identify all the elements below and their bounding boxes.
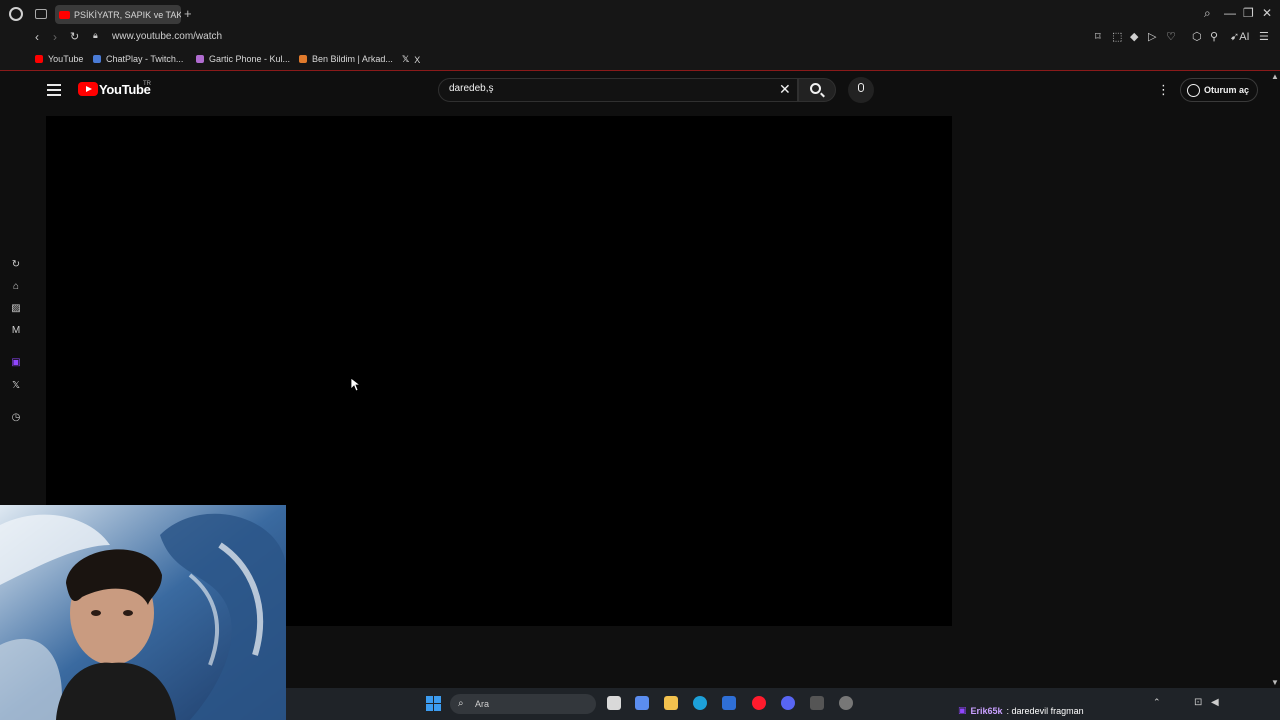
bookmark-x[interactable]: 𝕏 X — [402, 54, 420, 65]
new-tab-button[interactable]: + — [184, 6, 192, 21]
tab-overview-icon[interactable] — [35, 9, 47, 19]
webcam-feed-image — [0, 505, 286, 720]
search-icon[interactable] — [810, 83, 821, 94]
tab-active[interactable]: PSİKİYATR, SAPIK ve TAKI — [55, 5, 181, 24]
bookmark-icon[interactable]: ⌑ — [1095, 30, 1101, 43]
x-logo-icon: 𝕏 — [402, 54, 410, 64]
shield-icon[interactable]: ◆ — [1130, 30, 1138, 43]
taskbar-search-icon: ⌕ — [458, 698, 464, 709]
pinboard-icon[interactable]: ▨ — [10, 303, 22, 314]
edge-icon[interactable] — [693, 696, 707, 710]
opera-taskbar-icon[interactable] — [752, 696, 766, 710]
bookmark-label: ChatPlay - Twitch... — [106, 54, 184, 64]
youtube-logo-icon[interactable] — [78, 82, 98, 96]
steam-icon[interactable] — [810, 696, 824, 710]
clear-search-icon[interactable]: ✕ — [779, 81, 791, 98]
heart-icon[interactable]: ♡ — [1166, 30, 1176, 43]
ai-icon[interactable]: ➹AI — [1230, 30, 1250, 43]
tab-title: PSİKİYATR, SAPIK ve TAKI — [74, 9, 181, 20]
tab-strip — [0, 0, 1280, 28]
more-options-icon[interactable]: ⋮ — [1157, 82, 1170, 98]
search-value[interactable]: daredeb,ş — [449, 83, 493, 94]
tray-chevron-icon[interactable]: ⌃ — [1153, 697, 1161, 708]
taskbar-search[interactable] — [450, 694, 596, 714]
history-icon[interactable]: ◷ — [10, 412, 22, 423]
bookmarks-bar — [0, 50, 1280, 71]
signin-button[interactable]: Oturum aç — [1180, 78, 1258, 102]
account-icon — [1187, 83, 1200, 97]
task-view-icon[interactable] — [607, 696, 621, 710]
discord-icon[interactable] — [781, 696, 795, 710]
volume-icon[interactable]: ◀︎ — [1211, 697, 1219, 708]
maximize-button[interactable]: ❐ — [1243, 6, 1254, 20]
windows-start-icon[interactable] — [426, 696, 441, 711]
profile-icon[interactable]: ⚲ — [1210, 30, 1218, 43]
extensions-icon[interactable]: ⬡ — [1192, 30, 1202, 43]
webcam-overlay — [0, 505, 286, 720]
chatplay-icon — [93, 55, 101, 63]
bookmark-ben-bildim[interactable]: Ben Bildim | Arkad... — [299, 54, 393, 64]
scroll-down-arrow[interactable]: ▼ — [1271, 678, 1279, 687]
back-button[interactable]: ‹ — [35, 30, 39, 44]
workspace-icon[interactable]: ⌂ — [10, 281, 22, 292]
search-tabs-icon[interactable]: ⌕ — [1204, 6, 1211, 21]
phone-icon — [196, 55, 204, 63]
twitch-icon[interactable]: ▣ — [10, 357, 22, 368]
player-icon[interactable]: ▷ — [1148, 30, 1156, 43]
bookmark-chatplay[interactable]: ChatPlay - Twitch... — [93, 54, 183, 64]
lock-icon: 🔒︎ — [93, 30, 98, 40]
scroll-up-arrow[interactable]: ▲ — [1271, 72, 1279, 81]
messenger-icon[interactable]: M — [10, 325, 22, 336]
bookmark-gartic-phone[interactable]: Gartic Phone - Kul... — [196, 54, 290, 64]
store-icon[interactable] — [722, 696, 736, 710]
taskbar-search-label: Ara — [475, 699, 490, 709]
forward-button[interactable]: › — [53, 30, 57, 44]
mouse-cursor-icon — [350, 377, 360, 392]
bookmark-label: X — [414, 54, 421, 65]
reload-icon[interactable]: ↻ — [70, 30, 79, 43]
region-code: TR — [143, 81, 151, 87]
bookmark-label: Ben Bildim | Arkad... — [312, 54, 393, 64]
bookmark-label: YouTube — [48, 54, 84, 64]
menu-icon[interactable]: ☰ — [1259, 30, 1269, 43]
address-field[interactable]: www.youtube.com/watch — [112, 31, 222, 42]
youtube-favicon-icon — [59, 10, 70, 19]
chat-username: Erik65k — [970, 705, 1003, 716]
refresh-sidebar-icon[interactable]: ↻ — [10, 259, 22, 270]
snapshot-icon[interactable]: ⬚ — [1112, 30, 1122, 43]
close-window-button[interactable]: ✕ — [1262, 6, 1272, 20]
signin-label: Oturum aç — [1204, 85, 1250, 95]
copilot-icon[interactable] — [635, 696, 649, 710]
guide-menu-icon[interactable] — [47, 84, 61, 96]
network-icon[interactable]: ⊡ — [1194, 697, 1202, 708]
opera-logo-icon[interactable] — [9, 7, 23, 21]
bookmark-youtube[interactable]: YouTube — [35, 54, 83, 64]
bookmark-label: Gartic Phone - Kul... — [209, 54, 291, 64]
obs-icon[interactable] — [839, 696, 853, 710]
youtube-bookmark-icon — [35, 55, 43, 63]
chat-notification: ▣ Erik65k : daredevil fragman — [958, 705, 1084, 716]
ben-bildim-icon — [299, 55, 307, 63]
chat-message: : daredevil fragman — [1006, 705, 1084, 716]
file-explorer-icon[interactable] — [664, 696, 678, 710]
twitch-chat-icon: ▣ — [958, 705, 967, 715]
microphone-icon[interactable] — [858, 83, 864, 92]
minimize-button[interactable]: — — [1224, 6, 1236, 20]
x-sidebar-icon[interactable]: 𝕏 — [10, 380, 22, 391]
